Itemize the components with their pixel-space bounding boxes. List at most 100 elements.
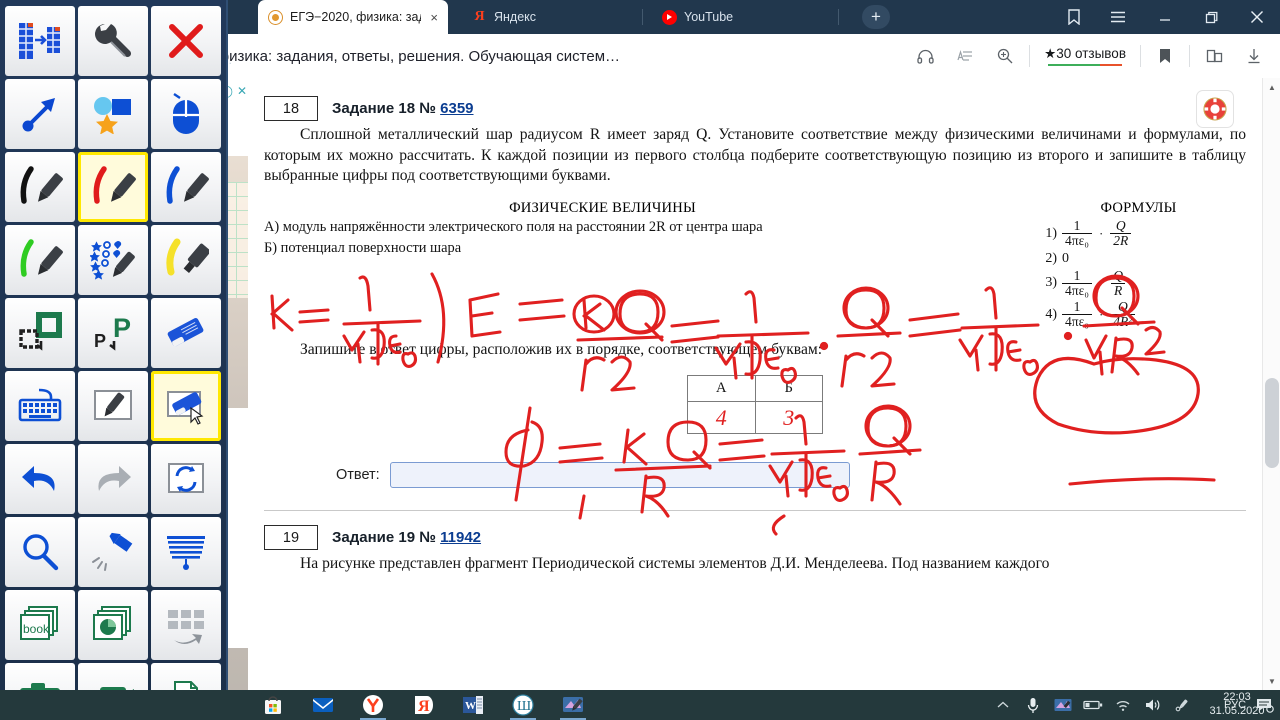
task-18-body: Сплошной металлический шар радиусом R им… xyxy=(264,126,1246,185)
text-recognition-icon[interactable]: P P xyxy=(78,298,148,368)
eraser-icon[interactable] xyxy=(151,298,221,368)
screen-pen-icon[interactable] xyxy=(1048,690,1078,720)
quantities-column: А) модуль напряжённости электрического п… xyxy=(264,217,1031,331)
formula-item-4: 4) 1 4πε₀ · Q 4R² xyxy=(1037,298,1246,329)
collections-icon[interactable] xyxy=(1194,34,1234,78)
formula-number: 2) xyxy=(1045,250,1057,266)
arrow-line-icon[interactable] xyxy=(5,79,75,149)
lifebuoy-icon[interactable] xyxy=(1196,90,1234,128)
table-row: А Б xyxy=(687,375,823,403)
page-transition-icon[interactable] xyxy=(5,6,75,76)
multiply-dot: · xyxy=(1098,225,1104,241)
answer-input[interactable] xyxy=(389,462,850,489)
task-19-header: 19 Задание 19 № 11942 xyxy=(264,525,1246,551)
yandex-icon: Я xyxy=(474,9,485,24)
refresh-screen-icon[interactable] xyxy=(151,444,221,514)
system-tray: 22:03 31.05.2020 РУС xyxy=(988,690,1280,720)
windows-taskbar: Я W Ш 22:03 31.05.2020 РУС xyxy=(0,690,1280,720)
shapes-icon[interactable] xyxy=(78,79,148,149)
formula-denominator: R xyxy=(1111,282,1126,298)
formula-item-1: 1) 1 4πε₀ · Q 2R xyxy=(1037,219,1246,248)
maximize-button[interactable] xyxy=(1188,0,1234,34)
download-icon[interactable] xyxy=(1234,34,1274,78)
volume-icon[interactable] xyxy=(1138,690,1168,720)
close-icon[interactable]: × xyxy=(430,11,438,24)
zoom-search-icon[interactable] xyxy=(985,34,1025,78)
taskbar-screen-tool[interactable] xyxy=(548,690,598,720)
undo-icon[interactable] xyxy=(5,444,75,514)
task-id-link[interactable]: 6359 xyxy=(440,100,473,117)
tab-title: ЕГЭ−2020, физика: зада xyxy=(290,10,422,24)
formula-numerator: 1 xyxy=(1073,298,1081,314)
pen-settings-icon[interactable] xyxy=(1168,690,1198,720)
microphone-icon[interactable] xyxy=(1018,690,1048,720)
language-indicator[interactable]: РУС xyxy=(1220,690,1250,720)
blind-curtain-icon[interactable] xyxy=(151,517,221,587)
erase-all-icon[interactable] xyxy=(151,371,221,441)
formula-denominator: 4πε₀ xyxy=(1062,282,1092,298)
close-icon[interactable]: ✕ xyxy=(237,84,247,98)
browser-tab-youtube[interactable]: YouTube xyxy=(652,0,822,34)
scroll-up-arrow[interactable]: ▲ xyxy=(1263,78,1280,96)
taskbar-whiteboard[interactable]: Ш xyxy=(498,690,548,720)
notification-icon[interactable] xyxy=(1250,690,1280,720)
pen-tablet-icon[interactable] xyxy=(78,371,148,441)
battery-icon[interactable] xyxy=(1078,690,1108,720)
formula-denominator: 4πε₀ xyxy=(1062,314,1092,329)
answer-header-b: Б xyxy=(754,375,823,403)
reviews-badge[interactable]: ★30 отзывов xyxy=(1044,46,1126,66)
star-icon: ★ xyxy=(1044,46,1057,61)
quantities-header: ФИЗИЧЕСКИЕ ВЕЛИЧИНЫ xyxy=(509,200,696,217)
browser-tab-yandex[interactable]: Я Яндекс xyxy=(462,0,632,34)
close-button[interactable] xyxy=(1234,0,1280,34)
task-id-link[interactable]: 11942 xyxy=(440,529,481,546)
close-x-icon[interactable] xyxy=(151,6,221,76)
shape-recognition-icon[interactable] xyxy=(5,298,75,368)
formula-item-2: 2) 0 xyxy=(1037,251,1246,267)
mouse-pointer-icon[interactable] xyxy=(151,79,221,149)
new-tab-button[interactable]: + xyxy=(862,5,890,29)
svg-text:Я: Я xyxy=(418,698,430,715)
spotlight-icon[interactable] xyxy=(78,517,148,587)
answer-letters-table: А Б 4 3 xyxy=(687,375,823,435)
green-pen-icon[interactable] xyxy=(5,225,75,295)
page-scrollbar[interactable]: ▲ ▼ xyxy=(1262,78,1280,690)
redo-icon[interactable] xyxy=(78,444,148,514)
scroll-down-arrow[interactable]: ▼ xyxy=(1263,672,1280,690)
svg-text:P: P xyxy=(113,313,131,343)
scrollbar-thumb[interactable] xyxy=(1265,378,1279,468)
formula-denominator: 4πε₀ xyxy=(1062,233,1092,248)
slides-pages-icon[interactable] xyxy=(78,590,148,660)
headphones-icon[interactable] xyxy=(905,34,945,78)
grid-restore-icon[interactable] xyxy=(151,590,221,660)
formula-denominator: 2R xyxy=(1110,233,1132,248)
chevron-up-icon[interactable] xyxy=(988,690,1018,720)
svg-text:Ш: Ш xyxy=(517,699,531,714)
black-pen-icon[interactable] xyxy=(5,152,75,222)
taskbar-word[interactable]: W xyxy=(448,690,498,720)
magnifier-icon[interactable] xyxy=(5,517,75,587)
formula-value: 0 xyxy=(1062,250,1069,266)
book-pages-icon[interactable]: book xyxy=(5,590,75,660)
taskbar-yandex-browser[interactable] xyxy=(348,690,398,720)
sdamgia-icon xyxy=(268,9,283,25)
taskbar-store[interactable] xyxy=(248,690,298,720)
browser-tab-sdamgia[interactable]: ЕГЭ−2020, физика: зада × xyxy=(258,0,448,34)
multiply-dot: · xyxy=(1098,275,1104,291)
tab-title: Яндекс xyxy=(494,10,537,24)
bookmark-icon[interactable] xyxy=(1145,34,1185,78)
wifi-icon[interactable] xyxy=(1108,690,1138,720)
pattern-pen-icon[interactable] xyxy=(78,225,148,295)
yellow-highlighter-icon[interactable] xyxy=(151,225,221,295)
taskbar-mail[interactable] xyxy=(298,690,348,720)
reviews-count: 30 отзывов xyxy=(1056,46,1126,61)
minimize-button[interactable] xyxy=(1142,0,1188,34)
bookmark-ribbon-icon[interactable] xyxy=(1052,0,1096,34)
taskbar-yandex[interactable]: Я xyxy=(398,690,448,720)
blue-pen-icon[interactable] xyxy=(151,152,221,222)
menu-hamburger-icon[interactable] xyxy=(1096,0,1140,34)
reader-mode-icon[interactable] xyxy=(945,34,985,78)
wrench-settings-icon[interactable] xyxy=(78,6,148,76)
keyboard-icon[interactable] xyxy=(5,371,75,441)
red-pen-icon[interactable] xyxy=(78,152,148,222)
